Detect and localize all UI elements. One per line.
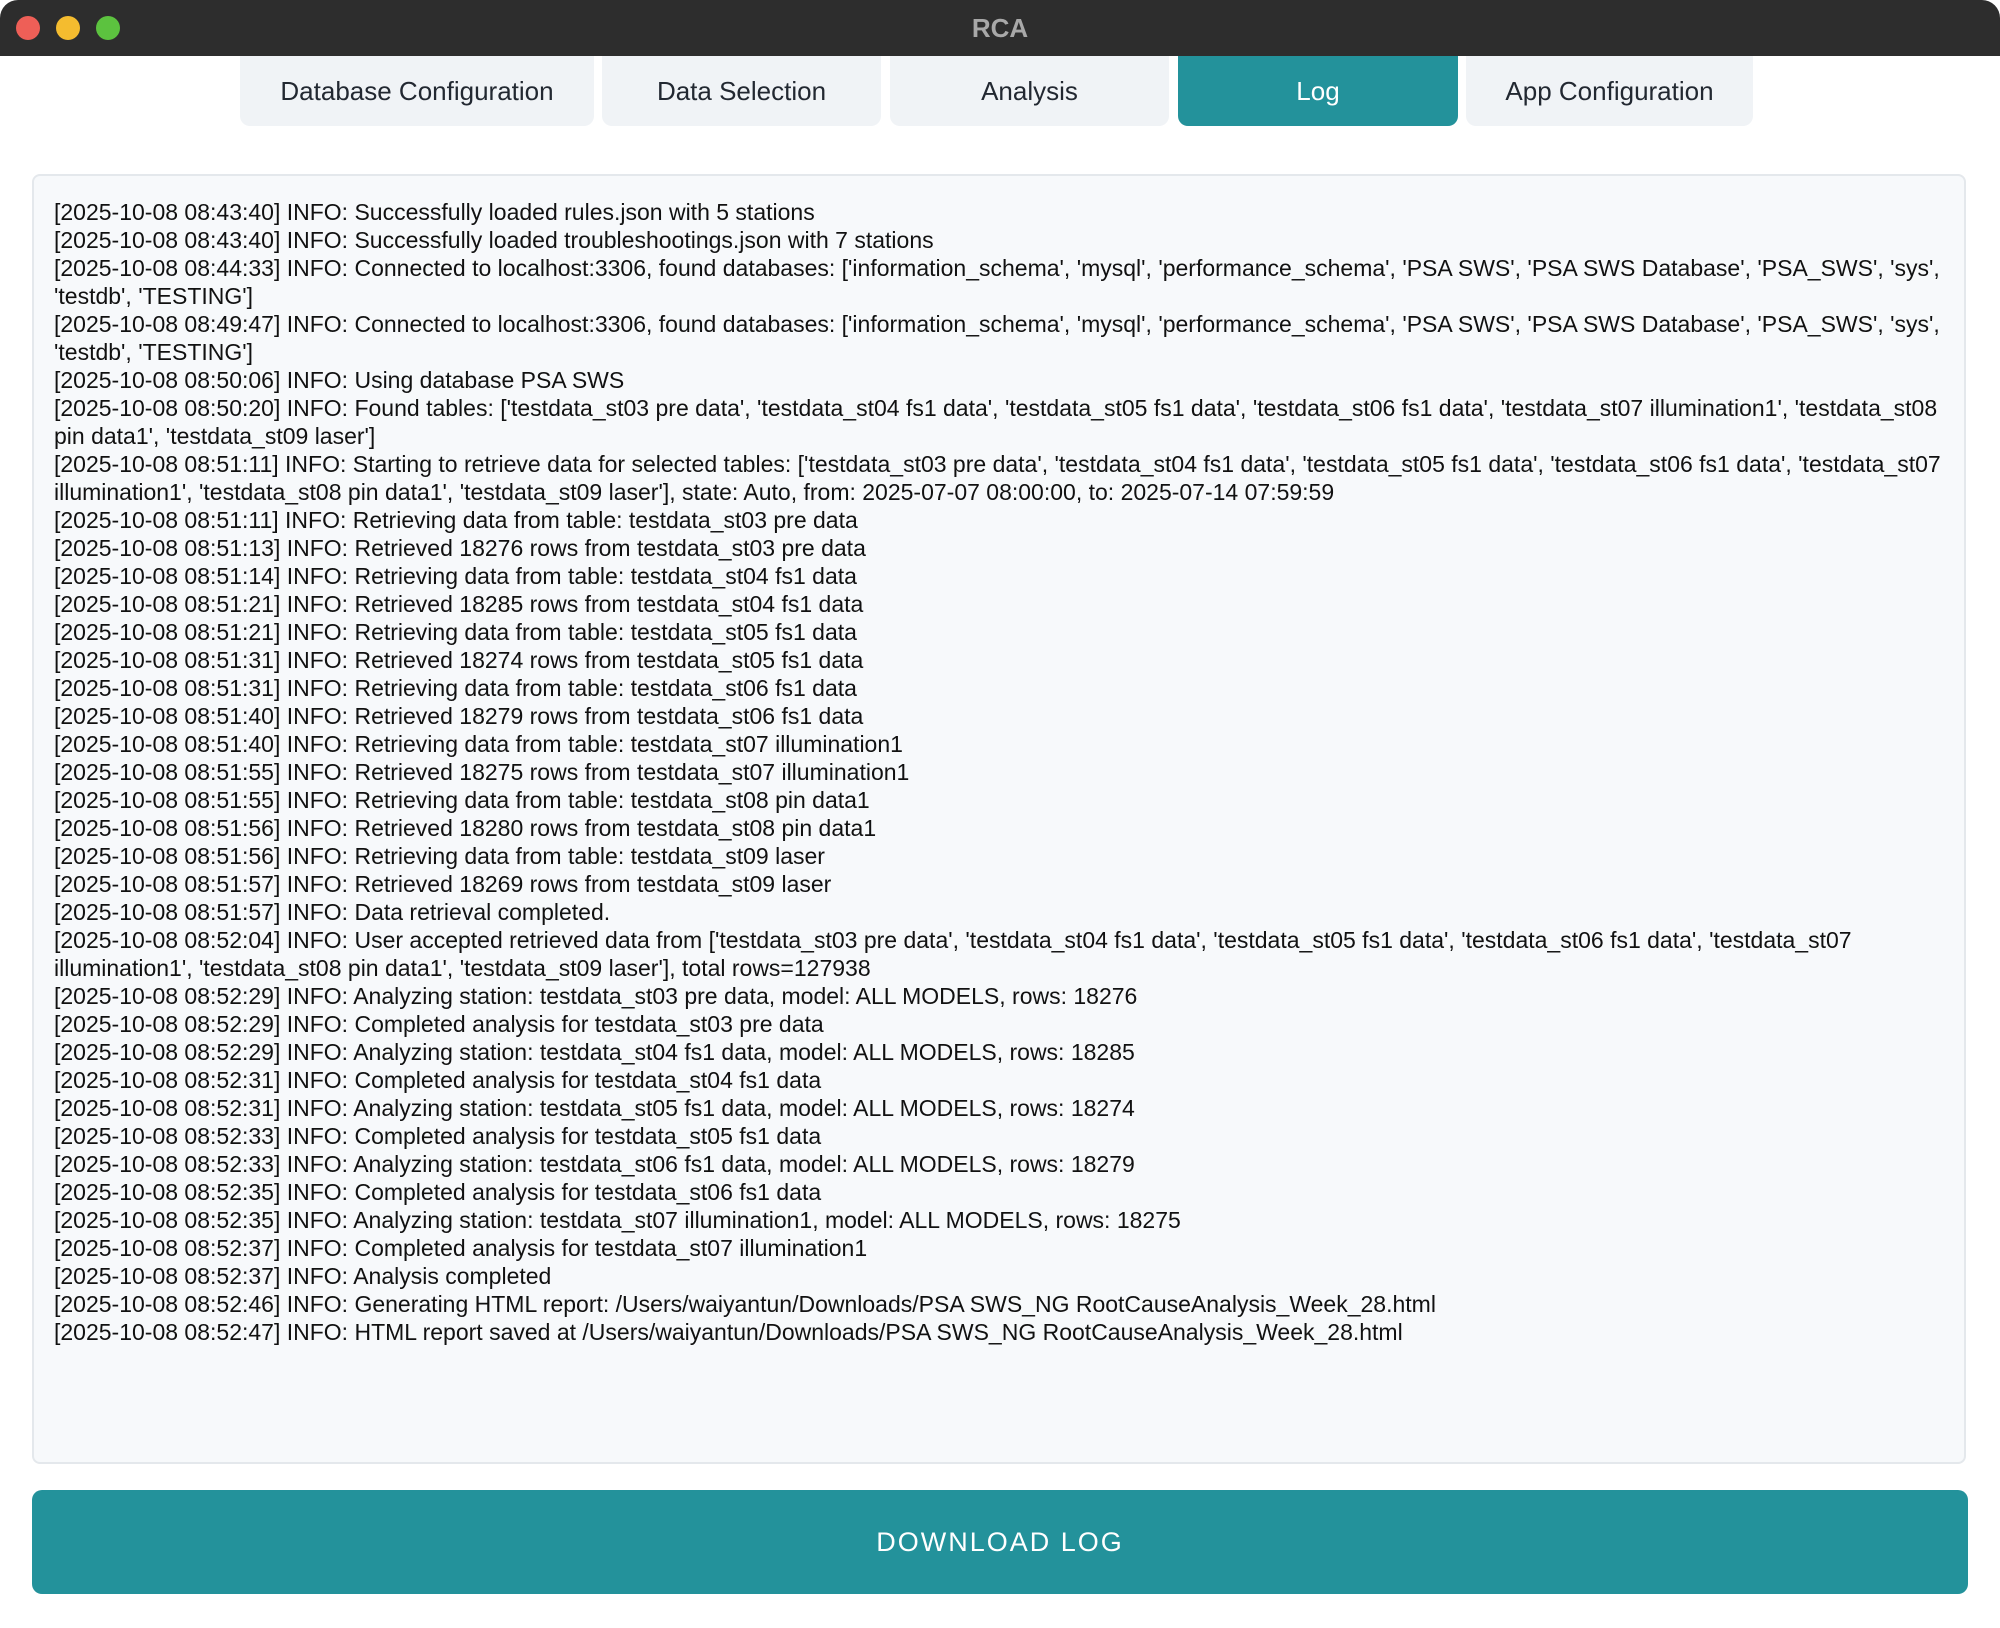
log-line: [2025-10-08 08:51:31] INFO: Retrieved 18… — [54, 647, 864, 673]
log-line: [2025-10-08 08:43:40] INFO: Successfully… — [54, 199, 815, 225]
log-line: [2025-10-08 08:52:35] INFO: Analyzing st… — [54, 1207, 1181, 1233]
log-line: [2025-10-08 08:52:47] INFO: HTML report … — [54, 1319, 1403, 1345]
log-line: [2025-10-08 08:51:56] INFO: Retrieving d… — [54, 843, 825, 869]
log-line: [2025-10-08 08:44:33] INFO: Connected to… — [54, 255, 1947, 309]
log-line: [2025-10-08 08:51:55] INFO: Retrieving d… — [54, 787, 870, 813]
log-line: [2025-10-08 08:50:20] INFO: Found tables… — [54, 395, 1944, 449]
log-line: [2025-10-08 08:51:31] INFO: Retrieving d… — [54, 675, 857, 701]
log-text-area[interactable]: [2025-10-08 08:43:40] INFO: Successfully… — [32, 174, 1966, 1464]
log-line: [2025-10-08 08:51:21] INFO: Retrieved 18… — [54, 591, 864, 617]
log-line: [2025-10-08 08:52:37] INFO: Completed an… — [54, 1235, 868, 1261]
log-line: [2025-10-08 08:52:29] INFO: Analyzing st… — [54, 1039, 1135, 1065]
tab-data-selection[interactable]: Data Selection — [602, 56, 881, 126]
title-bar: RCA — [0, 0, 2000, 56]
log-line: [2025-10-08 08:51:13] INFO: Retrieved 18… — [54, 535, 866, 561]
log-line: [2025-10-08 08:51:21] INFO: Retrieving d… — [54, 619, 857, 645]
log-line: [2025-10-08 08:50:06] INFO: Using databa… — [54, 367, 625, 393]
log-line: [2025-10-08 08:51:11] INFO: Retrieving d… — [54, 507, 858, 533]
log-line: [2025-10-08 08:52:04] INFO: User accepte… — [54, 927, 1858, 981]
log-line: [2025-10-08 08:52:29] INFO: Analyzing st… — [54, 983, 1138, 1009]
log-line: [2025-10-08 08:51:11] INFO: Starting to … — [54, 451, 1948, 505]
tab-bar: Database Configuration Data Selection An… — [0, 56, 2000, 126]
download-log-button[interactable]: DOWNLOAD LOG — [32, 1490, 1968, 1594]
log-line: [2025-10-08 08:51:55] INFO: Retrieved 18… — [54, 759, 910, 785]
log-line: [2025-10-08 08:52:29] INFO: Completed an… — [54, 1011, 824, 1037]
log-line: [2025-10-08 08:52:31] INFO: Analyzing st… — [54, 1095, 1135, 1121]
tab-app-configuration[interactable]: App Configuration — [1466, 56, 1753, 126]
log-line: [2025-10-08 08:51:57] INFO: Data retriev… — [54, 899, 611, 925]
log-line: [2025-10-08 08:51:40] INFO: Retrieved 18… — [54, 703, 864, 729]
log-line: [2025-10-08 08:51:57] INFO: Retrieved 18… — [54, 871, 832, 897]
log-line: [2025-10-08 08:52:46] INFO: Generating H… — [54, 1291, 1436, 1317]
log-line: [2025-10-08 08:49:47] INFO: Connected to… — [54, 311, 1947, 365]
tab-log[interactable]: Log — [1178, 56, 1458, 126]
log-line: [2025-10-08 08:51:40] INFO: Retrieving d… — [54, 731, 903, 757]
app-window: RCA Database Configuration Data Selectio… — [0, 0, 2000, 1628]
tab-database-configuration[interactable]: Database Configuration — [240, 56, 594, 126]
log-line: [2025-10-08 08:52:33] INFO: Analyzing st… — [54, 1151, 1135, 1177]
log-line: [2025-10-08 08:52:35] INFO: Completed an… — [54, 1179, 822, 1205]
window-title: RCA — [971, 13, 1029, 43]
tab-analysis[interactable]: Analysis — [890, 56, 1169, 126]
log-line: [2025-10-08 08:51:14] INFO: Retrieving d… — [54, 563, 857, 589]
log-line: [2025-10-08 08:52:37] INFO: Analysis com… — [54, 1263, 552, 1289]
log-line: [2025-10-08 08:51:56] INFO: Retrieved 18… — [54, 815, 877, 841]
log-line: [2025-10-08 08:52:31] INFO: Completed an… — [54, 1067, 822, 1093]
log-line: [2025-10-08 08:52:33] INFO: Completed an… — [54, 1123, 822, 1149]
log-line: [2025-10-08 08:43:40] INFO: Successfully… — [54, 227, 934, 253]
